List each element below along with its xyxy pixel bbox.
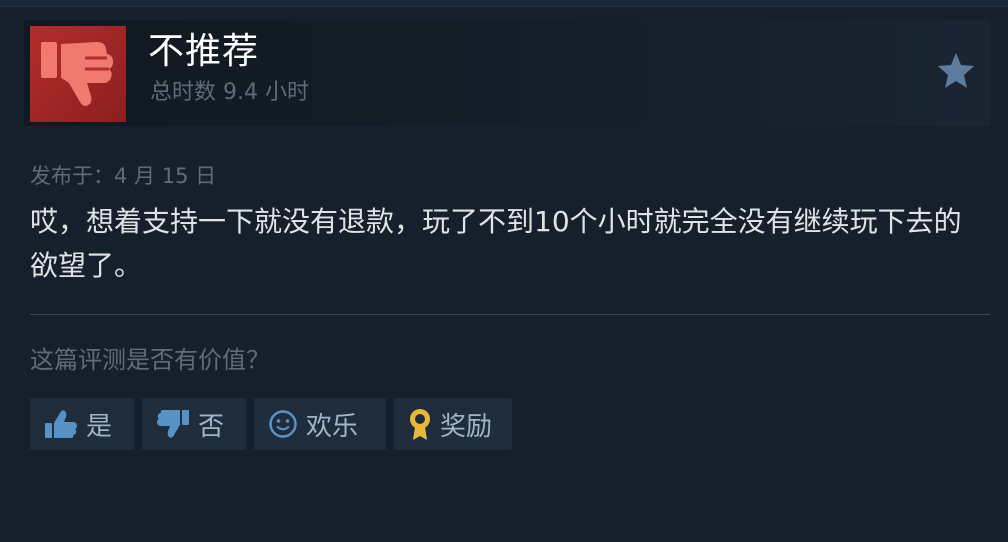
review-verdict: 不推荐 xyxy=(148,31,260,72)
posted-date: 发布于：4 月 15 日 xyxy=(30,164,217,188)
thumbs-down-icon xyxy=(39,36,117,112)
star-icon xyxy=(936,51,976,93)
award-label: 奖励 xyxy=(440,411,493,442)
award-button[interactable]: 奖励 xyxy=(394,398,512,450)
review-header: 不推荐 总时数 9.4 小时 xyxy=(24,20,990,126)
top-border xyxy=(0,0,1008,7)
smiley-icon xyxy=(268,409,298,439)
award-star-button[interactable] xyxy=(934,50,978,94)
vote-no-label: 否 xyxy=(198,411,225,442)
vote-no-button[interactable]: 否 xyxy=(142,398,246,450)
playtime-hours: 总时数 9.4 小时 xyxy=(150,80,309,105)
award-ribbon-icon xyxy=(408,407,432,441)
vote-funny-button[interactable]: 欢乐 xyxy=(254,398,386,450)
vote-yes-button[interactable]: 是 xyxy=(30,398,134,450)
thumbs-up-icon xyxy=(44,409,78,439)
review-body: 哎，想着支持一下就没有退款，玩了不到10个小时就完全没有继续玩下去的欲望了。 xyxy=(30,205,962,282)
thumbs-down-icon xyxy=(156,409,190,439)
divider xyxy=(30,314,990,315)
vote-yes-label: 是 xyxy=(86,411,113,442)
vote-funny-label: 欢乐 xyxy=(306,411,359,442)
helpful-question: 这篇评测是否有价值？ xyxy=(30,346,270,374)
verdict-thumbnail xyxy=(30,26,126,122)
